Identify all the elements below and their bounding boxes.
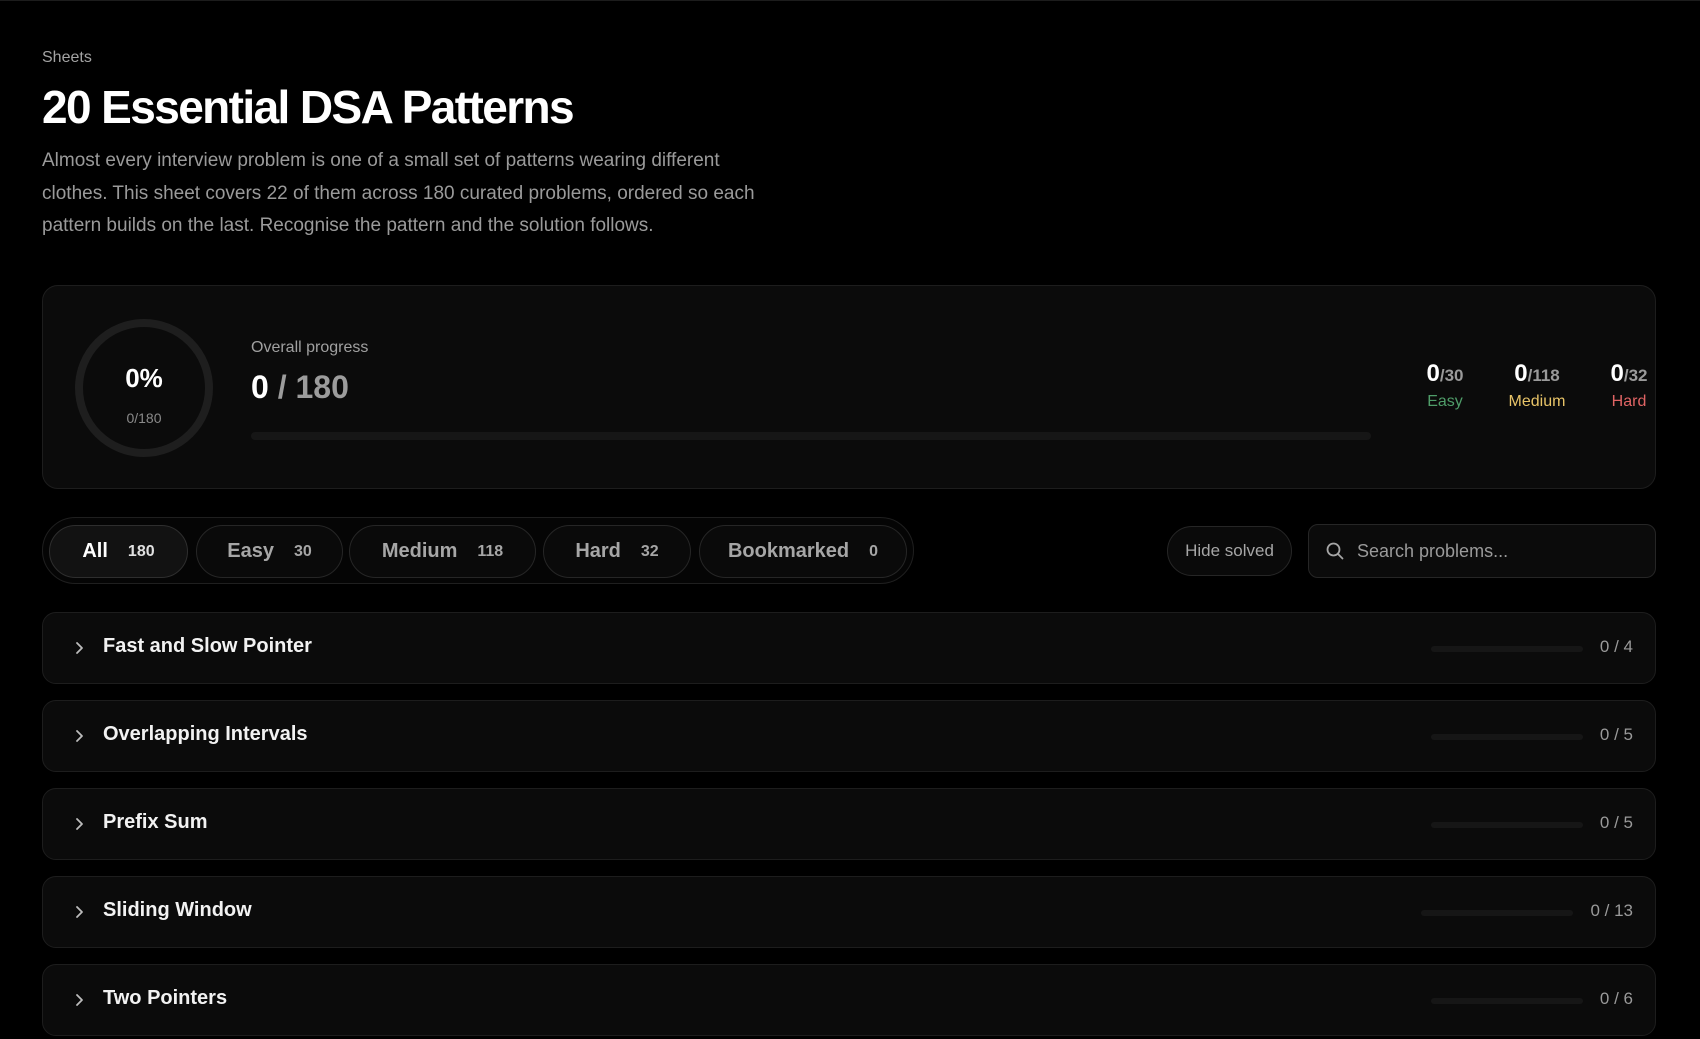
pattern-row-two-pointers[interactable]: Two Pointers 0 / 6 — [42, 964, 1656, 1036]
chevron-right-icon — [76, 642, 83, 654]
pattern-name: Two Pointers — [103, 987, 228, 1009]
progress-ring: 0% 0/180 — [75, 319, 213, 457]
overall-progress-count: 0 / 180 — [251, 369, 349, 406]
filter-chip-label: Easy — [227, 540, 274, 562]
pattern-count: 0 / 6 — [1599, 989, 1633, 1008]
pattern-count: 0 / 5 — [1599, 725, 1633, 744]
progress-ring-count: 0/180 — [126, 410, 162, 426]
search-input[interactable] — [1357, 525, 1647, 577]
filter-chip-label: Bookmarked — [727, 540, 850, 562]
pattern-progress-bar — [1431, 998, 1583, 1004]
hard-stat: 0/32 Hard — [1584, 360, 1674, 411]
pattern-row-overlapping-intervals[interactable]: Overlapping Intervals 0 / 5 — [42, 700, 1656, 772]
filter-chip-all[interactable]: All 180 — [49, 525, 188, 578]
chevron-right-icon — [76, 994, 83, 1006]
count-separator: / — [277, 369, 287, 405]
hide-solved-toggle[interactable]: Hide solved — [1167, 526, 1292, 576]
hard-solved: 0 — [1610, 360, 1624, 387]
filter-chip-count: 30 — [293, 542, 312, 560]
top-divider — [0, 0, 1700, 1]
filter-chip-count: 180 — [127, 542, 155, 560]
chevron-right-icon — [76, 906, 83, 918]
pattern-progress-bar — [1421, 910, 1573, 916]
filter-chip-count: 0 — [869, 542, 879, 560]
difficulty-filter-group: All 180 Easy 30 Medium 118 Hard 32 Bookm… — [42, 517, 914, 584]
filter-chip-label: Hard — [575, 540, 621, 562]
filter-chip-bookmarked[interactable]: Bookmarked 0 — [699, 525, 907, 578]
filter-chip-easy[interactable]: Easy 30 — [196, 525, 343, 578]
progress-percent: 0% — [125, 363, 163, 393]
easy-solved: 0 — [1426, 360, 1440, 387]
easy-stat: 0/30 Easy — [1400, 360, 1490, 411]
hard-total: /32 — [1623, 366, 1648, 385]
search-box — [1308, 524, 1656, 578]
pattern-count: 0 / 4 — [1599, 637, 1633, 656]
filter-chip-label: Medium — [381, 540, 458, 562]
chevron-right-icon — [76, 730, 83, 742]
pattern-progress-bar — [1431, 646, 1583, 652]
medium-solved: 0 — [1514, 360, 1528, 387]
medium-total: /118 — [1527, 366, 1560, 385]
pattern-row-fast-and-slow-pointer[interactable]: Fast and Slow Pointer 0 / 4 — [42, 612, 1656, 684]
overall-progress-bar — [251, 432, 1371, 440]
pattern-name: Prefix Sum — [103, 811, 208, 833]
chevron-right-icon — [76, 818, 83, 830]
filter-chip-hard[interactable]: Hard 32 — [543, 525, 691, 578]
pattern-row-prefix-sum[interactable]: Prefix Sum 0 / 5 — [42, 788, 1656, 860]
easy-total: /30 — [1439, 366, 1464, 385]
progress-card: 0% 0/180 Overall progress 0 / 180 0/30 E… — [42, 285, 1656, 489]
total-count: 180 — [295, 369, 349, 405]
pattern-row-sliding-window[interactable]: Sliding Window 0 / 13 — [42, 876, 1656, 948]
pattern-count: 0 / 5 — [1599, 813, 1633, 832]
pattern-progress-bar — [1431, 734, 1583, 740]
hard-label: Hard — [1611, 393, 1647, 410]
medium-stat: 0/118 Medium — [1492, 360, 1582, 411]
filter-chip-count: 118 — [477, 542, 504, 560]
breadcrumb[interactable]: Sheets — [42, 49, 92, 67]
page-description: Almost every interview problem is one of… — [42, 150, 755, 236]
easy-label: Easy — [1427, 393, 1463, 410]
filter-chip-label: All — [82, 540, 108, 562]
pattern-progress-bar — [1431, 822, 1583, 828]
medium-label: Medium — [1508, 393, 1566, 410]
pattern-name: Sliding Window — [103, 899, 252, 921]
search-icon — [1326, 542, 1344, 560]
filter-chip-count: 32 — [640, 542, 659, 560]
pattern-name: Overlapping Intervals — [103, 723, 308, 745]
pattern-name: Fast and Slow Pointer — [103, 635, 312, 657]
pattern-count: 0 / 13 — [1590, 901, 1633, 920]
overall-progress-label: Overall progress — [251, 339, 369, 356]
page-title: 20 Essential DSA Patterns — [42, 81, 575, 133]
solved-count: 0 — [251, 369, 269, 405]
filter-chip-medium[interactable]: Medium 118 — [349, 525, 536, 578]
